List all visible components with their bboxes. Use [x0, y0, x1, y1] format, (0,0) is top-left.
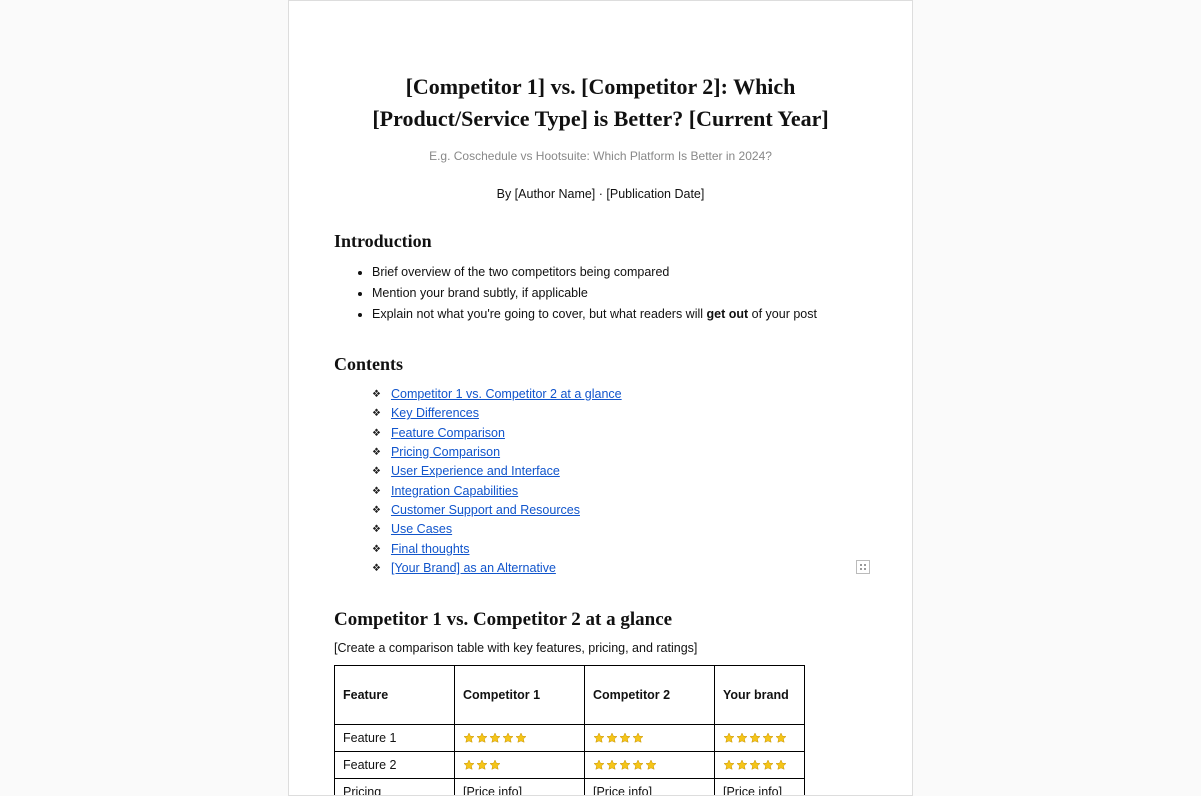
star-icon — [463, 732, 475, 744]
cell-stars — [715, 724, 805, 751]
row-label: Feature 1 — [335, 724, 455, 751]
table-header-competitor-2: Competitor 2 — [585, 665, 715, 724]
cell-text: [Price info] — [585, 778, 715, 796]
table-header-your-brand: Your brand — [715, 665, 805, 724]
row-label: Pricing — [335, 778, 455, 796]
toc-link-key-differences[interactable]: Key Differences — [391, 406, 479, 420]
toc-link-feature-comparison[interactable]: Feature Comparison — [391, 426, 505, 440]
cell-stars — [715, 751, 805, 778]
star-rating — [593, 758, 658, 772]
toc-link-your-brand-alternative[interactable]: [Your Brand] as an Alternative — [391, 561, 556, 575]
star-icon — [606, 759, 618, 771]
star-icon — [489, 759, 501, 771]
star-icon — [593, 732, 605, 744]
cell-text: [Price info] — [715, 778, 805, 796]
star-icon — [632, 732, 644, 744]
star-icon — [606, 732, 618, 744]
title-line-1: [Competitor 1] vs. [Competitor 2]: Which — [406, 74, 796, 99]
star-rating — [463, 758, 502, 772]
star-icon — [593, 759, 605, 771]
page-subtitle: E.g. Coschedule vs Hootsuite: Which Plat… — [334, 149, 867, 163]
table-row: Feature 1 — [335, 724, 805, 751]
star-icon — [775, 759, 787, 771]
star-icon — [489, 732, 501, 744]
intro-bullet-2: Mention your brand subtly, if applicable — [372, 283, 867, 303]
star-rating — [723, 731, 788, 745]
cell-stars — [585, 751, 715, 778]
star-icon — [762, 759, 774, 771]
cell-stars — [455, 724, 585, 751]
toc-link-ux-interface[interactable]: User Experience and Interface — [391, 464, 560, 478]
star-rating — [463, 731, 528, 745]
star-icon — [736, 732, 748, 744]
star-icon — [476, 759, 488, 771]
contents-list: Competitor 1 vs. Competitor 2 at a glanc… — [372, 385, 867, 579]
table-drag-handle-icon[interactable] — [856, 560, 870, 574]
star-icon — [619, 759, 631, 771]
comparison-table: Feature Competitor 1 Competitor 2 Your b… — [334, 665, 805, 796]
star-icon — [749, 732, 761, 744]
document-page: [Competitor 1] vs. [Competitor 2]: Which… — [288, 0, 913, 796]
title-line-2: [Product/Service Type] is Better? [Curre… — [372, 106, 828, 131]
toc-link-pricing-comparison[interactable]: Pricing Comparison — [391, 445, 500, 459]
star-icon — [736, 759, 748, 771]
star-icon — [775, 732, 787, 744]
cell-text: [Price info] — [455, 778, 585, 796]
toc-link-use-cases[interactable]: Use Cases — [391, 522, 452, 536]
star-rating — [723, 758, 788, 772]
toc-link-at-a-glance[interactable]: Competitor 1 vs. Competitor 2 at a glanc… — [391, 387, 622, 401]
star-icon — [619, 732, 631, 744]
contents-heading: Contents — [334, 354, 867, 375]
star-icon — [723, 732, 735, 744]
toc-link-integration-capabilities[interactable]: Integration Capabilities — [391, 484, 518, 498]
table-header-competitor-1: Competitor 1 — [455, 665, 585, 724]
table-header-row: Feature Competitor 1 Competitor 2 Your b… — [335, 665, 805, 724]
star-icon — [723, 759, 735, 771]
table-row: Pricing [Price info] [Price info] [Price… — [335, 778, 805, 796]
star-icon — [502, 732, 514, 744]
intro-bullet-1: Brief overview of the two competitors be… — [372, 262, 867, 282]
star-icon — [762, 732, 774, 744]
page-title: [Competitor 1] vs. [Competitor 2]: Which… — [334, 71, 867, 135]
star-icon — [476, 732, 488, 744]
star-icon — [749, 759, 761, 771]
intro-bullet-3: Explain not what you're going to cover, … — [372, 304, 867, 324]
toc-link-final-thoughts[interactable]: Final thoughts — [391, 542, 470, 556]
intro-bullets: Brief overview of the two competitors be… — [354, 262, 867, 324]
table-row: Feature 2 — [335, 751, 805, 778]
star-icon — [632, 759, 644, 771]
cell-stars — [585, 724, 715, 751]
cell-stars — [455, 751, 585, 778]
row-label: Feature 2 — [335, 751, 455, 778]
glance-heading: Competitor 1 vs. Competitor 2 at a glanc… — [334, 609, 867, 631]
intro-heading: Introduction — [334, 231, 867, 252]
glance-note: [Create a comparison table with key feat… — [334, 641, 867, 655]
star-icon — [463, 759, 475, 771]
star-icon — [645, 759, 657, 771]
star-rating — [593, 731, 645, 745]
table-header-feature: Feature — [335, 665, 455, 724]
byline: By [Author Name] · [Publication Date] — [334, 187, 867, 201]
toc-link-customer-support[interactable]: Customer Support and Resources — [391, 503, 580, 517]
star-icon — [515, 732, 527, 744]
